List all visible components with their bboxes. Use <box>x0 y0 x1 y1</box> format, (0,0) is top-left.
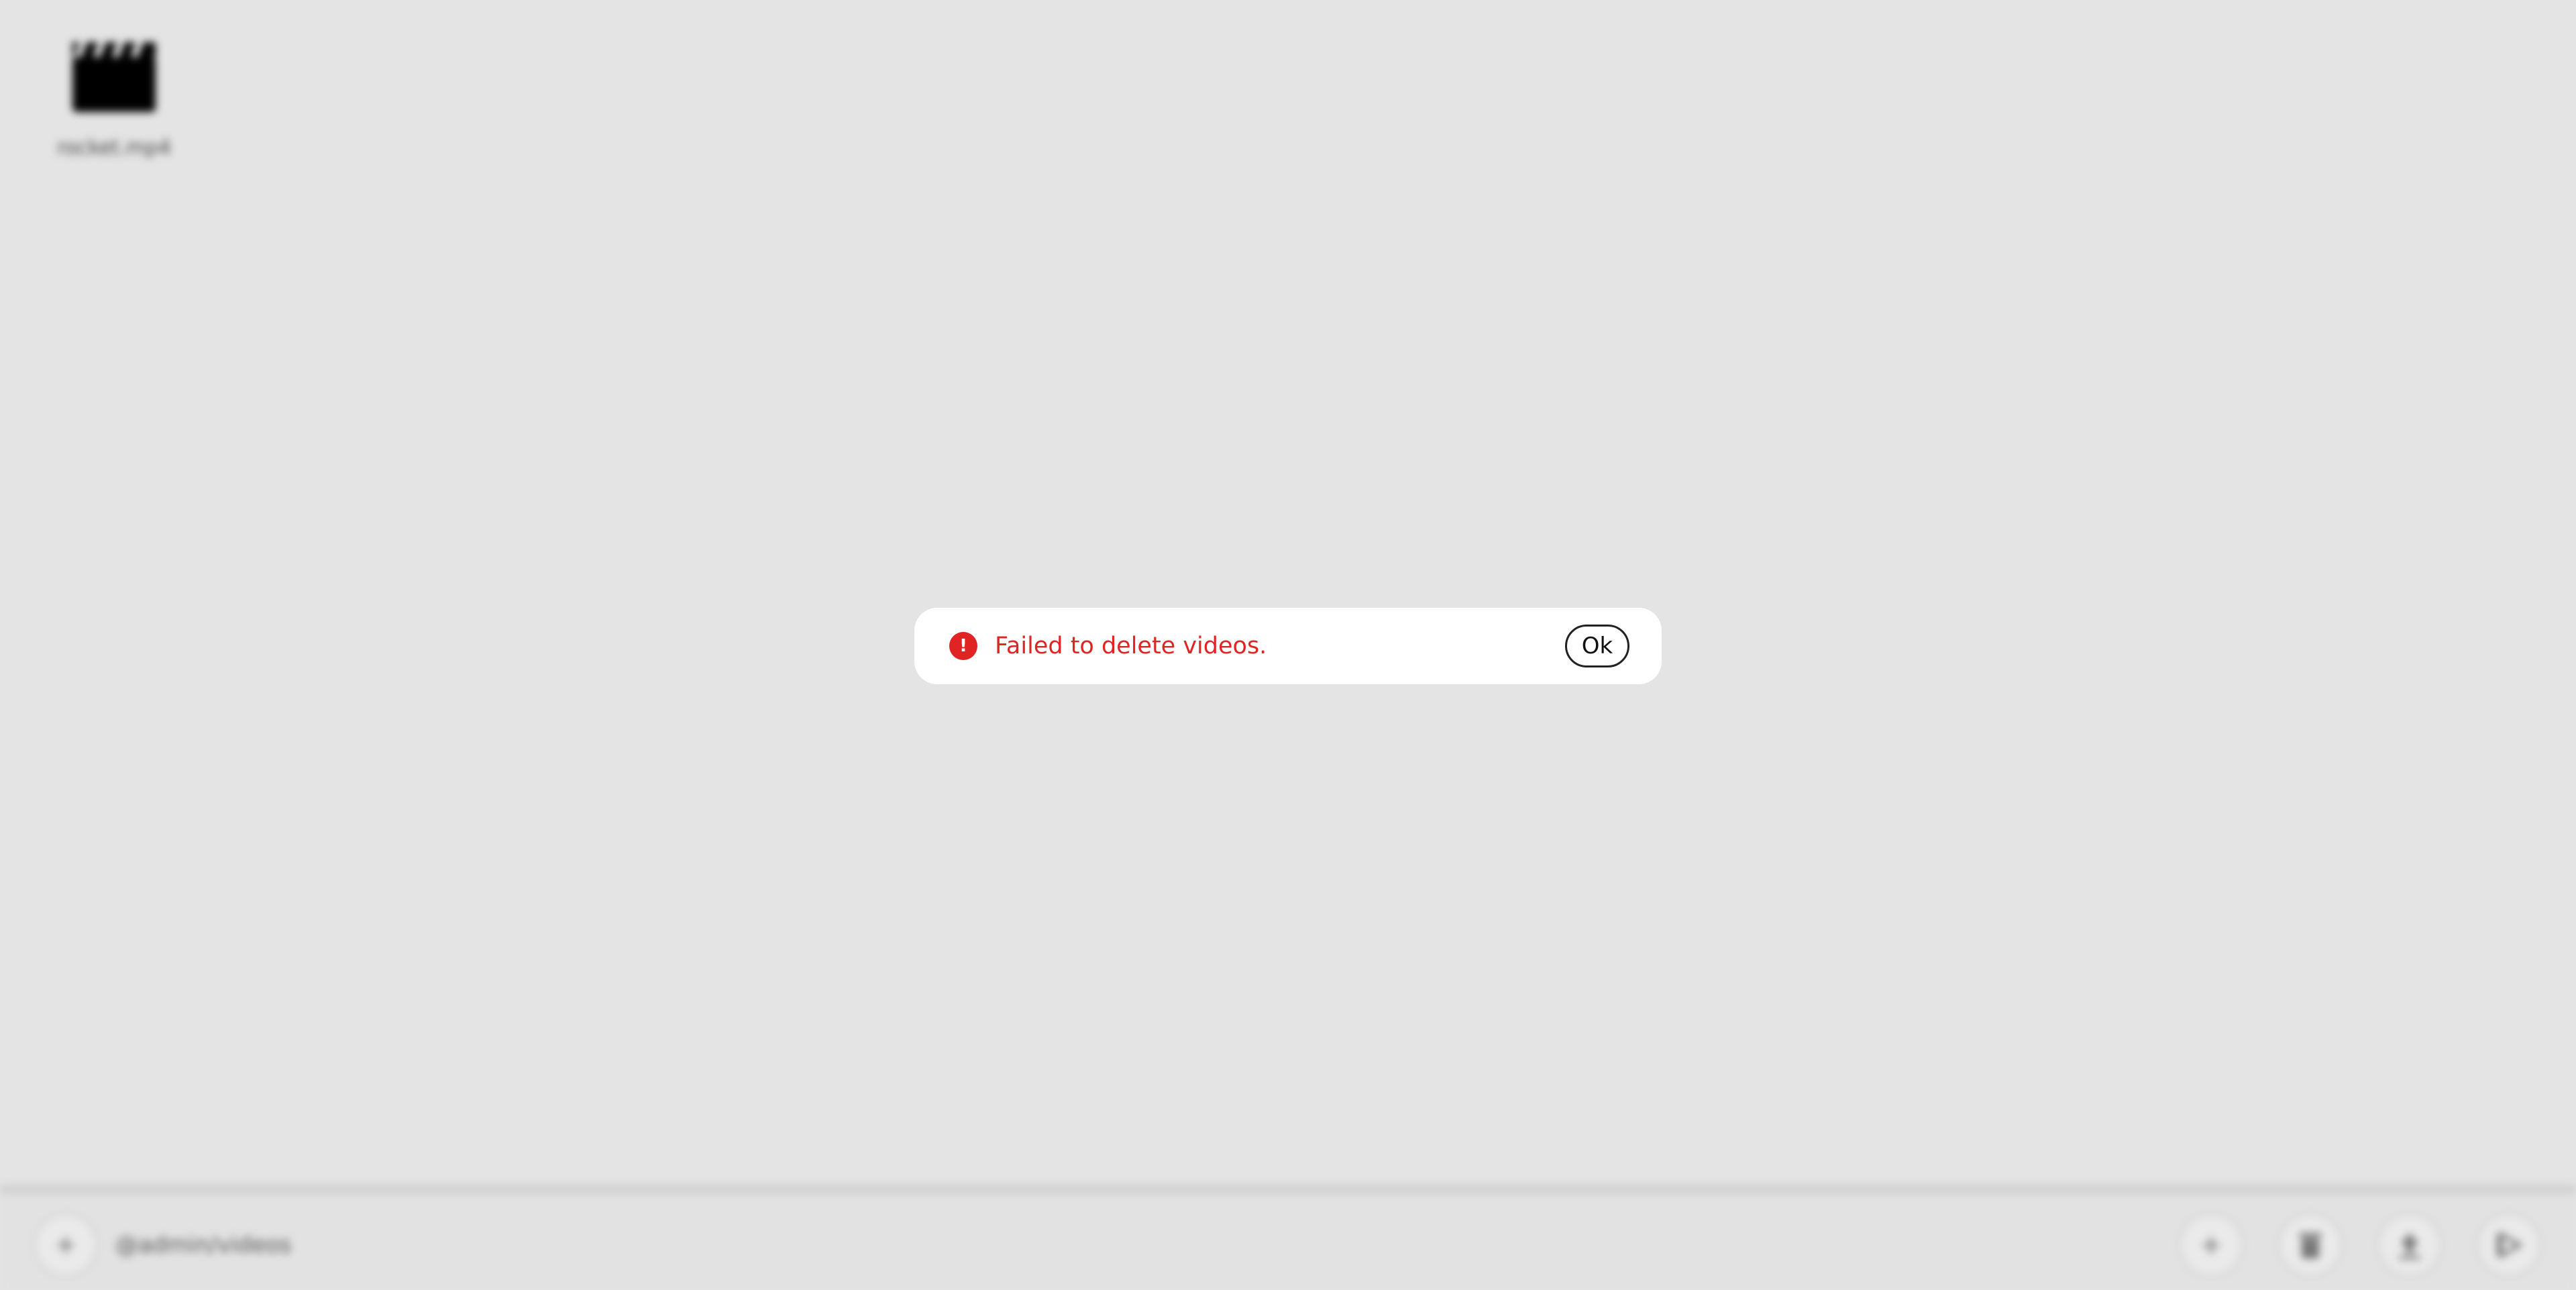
add-video-button[interactable]: + <box>2179 1213 2243 1277</box>
app-root: rocket.mp4 + @admin/videos + ! Failed to… <box>0 0 2576 1290</box>
play-button[interactable] <box>2477 1213 2541 1277</box>
file-name-label: rocket.mp4 <box>57 136 171 160</box>
trash-icon <box>2299 1233 2322 1258</box>
error-message: Failed to delete videos. <box>995 633 1267 659</box>
video-clapperboard-icon <box>72 42 156 112</box>
add-button[interactable]: + <box>34 1213 98 1277</box>
ok-button[interactable]: Ok <box>1565 625 1629 667</box>
plus-icon: + <box>54 1230 77 1260</box>
bottom-bar: + @admin/videos + <box>0 1185 2576 1290</box>
upload-button[interactable] <box>2377 1213 2442 1277</box>
error-icon-glyph: ! <box>959 636 967 656</box>
error-dialog: ! Failed to delete videos. Ok <box>914 608 1662 684</box>
play-icon <box>2497 1231 2524 1259</box>
user-path-label: @admin/videos <box>115 1232 292 1258</box>
delete-button[interactable] <box>2278 1213 2343 1277</box>
error-icon: ! <box>949 632 977 660</box>
plus-icon: + <box>2200 1230 2222 1260</box>
file-item-video[interactable]: rocket.mp4 <box>40 37 188 160</box>
upload-icon <box>2399 1233 2420 1259</box>
